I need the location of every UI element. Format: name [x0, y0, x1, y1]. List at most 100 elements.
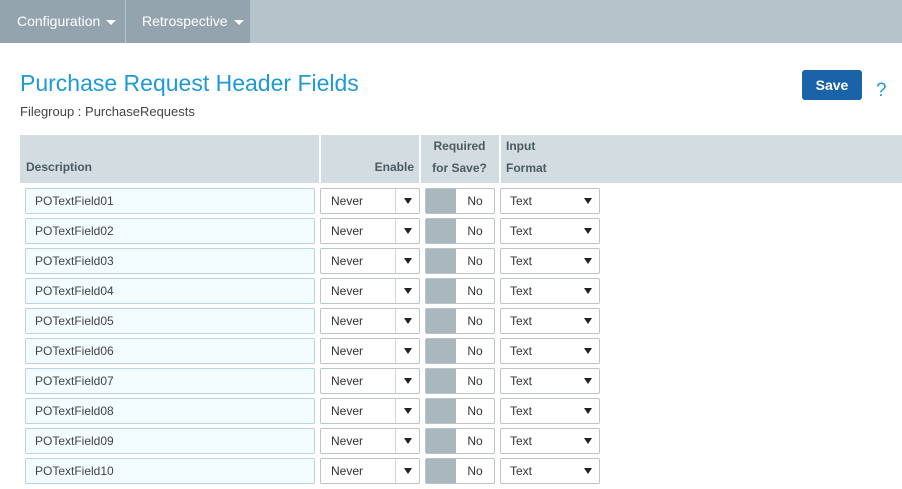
dropdown-arrow-icon: [404, 228, 412, 234]
enable-select[interactable]: Never: [320, 308, 420, 334]
dropdown-arrow-icon: [584, 258, 592, 264]
dropdown-button[interactable]: [395, 279, 419, 303]
nav-retrospective-menu[interactable]: Retrospective: [126, 0, 250, 43]
enable-value: Never: [331, 434, 364, 448]
format-value: Text: [510, 434, 533, 448]
format-value: Text: [510, 194, 533, 208]
toggle-knob[interactable]: [426, 279, 456, 303]
dropdown-arrow-icon: [404, 318, 412, 324]
toggle-knob[interactable]: [426, 249, 456, 273]
input-format-select[interactable]: Text: [500, 338, 600, 364]
table-row: POTextField03 Never No Text: [0, 248, 902, 274]
format-value: Text: [510, 284, 533, 298]
table-header: Description Enable Required for Save? In…: [20, 135, 902, 183]
required-toggle[interactable]: No: [425, 428, 495, 454]
enable-value: Never: [331, 224, 364, 238]
description-input[interactable]: POTextField04: [25, 278, 315, 304]
chevron-down-icon: [233, 19, 244, 25]
column-header-required: Required for Save?: [432, 139, 487, 175]
save-button[interactable]: Save: [802, 70, 862, 100]
dropdown-arrow-icon: [404, 258, 412, 264]
dropdown-button[interactable]: [395, 429, 419, 453]
dropdown-button[interactable]: [395, 369, 419, 393]
input-format-select[interactable]: Text: [500, 248, 600, 274]
toggle-label: No: [467, 464, 483, 478]
dropdown-arrow-icon: [404, 378, 412, 384]
enable-select[interactable]: Never: [320, 368, 420, 394]
enable-select[interactable]: Never: [320, 458, 420, 484]
dropdown-arrow-icon: [584, 378, 592, 384]
dropdown-button[interactable]: [395, 309, 419, 333]
help-icon[interactable]: ?: [876, 80, 887, 102]
table-row: POTextField05 Never No Text: [0, 308, 902, 334]
required-toggle[interactable]: No: [425, 278, 495, 304]
dropdown-arrow-icon: [404, 198, 412, 204]
enable-select[interactable]: Never: [320, 338, 420, 364]
required-toggle[interactable]: No: [425, 368, 495, 394]
input-format-select[interactable]: Text: [500, 308, 600, 334]
toggle-label: No: [467, 314, 483, 328]
toggle-label: No: [467, 404, 483, 418]
required-toggle[interactable]: No: [425, 308, 495, 334]
enable-select[interactable]: Never: [320, 248, 420, 274]
required-toggle[interactable]: No: [425, 218, 495, 244]
toggle-knob[interactable]: [426, 189, 456, 213]
input-format-select[interactable]: Text: [500, 398, 600, 424]
enable-select[interactable]: Never: [320, 188, 420, 214]
dropdown-button[interactable]: [395, 189, 419, 213]
description-input[interactable]: POTextField05: [25, 308, 315, 334]
dropdown-button[interactable]: [395, 249, 419, 273]
nav-configuration-menu[interactable]: Configuration: [0, 0, 125, 43]
required-toggle[interactable]: No: [425, 458, 495, 484]
dropdown-button[interactable]: [395, 459, 419, 483]
enable-value: Never: [331, 404, 364, 418]
toggle-label: No: [467, 344, 483, 358]
description-input[interactable]: POTextField10: [25, 458, 315, 484]
required-toggle[interactable]: No: [425, 188, 495, 214]
description-input[interactable]: POTextField01: [25, 188, 315, 214]
enable-select[interactable]: Never: [320, 218, 420, 244]
description-input[interactable]: POTextField02: [25, 218, 315, 244]
required-toggle[interactable]: No: [425, 248, 495, 274]
dropdown-arrow-icon: [404, 438, 412, 444]
description-input[interactable]: POTextField09: [25, 428, 315, 454]
toggle-knob[interactable]: [426, 459, 456, 483]
input-format-select[interactable]: Text: [500, 188, 600, 214]
description-input[interactable]: POTextField08: [25, 398, 315, 424]
toggle-knob[interactable]: [426, 219, 456, 243]
toggle-label: No: [467, 434, 483, 448]
enable-value: Never: [331, 194, 364, 208]
toggle-knob[interactable]: [426, 399, 456, 423]
toggle-knob[interactable]: [426, 309, 456, 333]
dropdown-arrow-icon: [404, 468, 412, 474]
input-format-select[interactable]: Text: [500, 458, 600, 484]
enable-select[interactable]: Never: [320, 398, 420, 424]
toggle-knob[interactable]: [426, 369, 456, 393]
description-input[interactable]: POTextField06: [25, 338, 315, 364]
format-value: Text: [510, 224, 533, 238]
enable-value: Never: [331, 464, 364, 478]
enable-select[interactable]: Never: [320, 278, 420, 304]
dropdown-button[interactable]: [395, 399, 419, 423]
table-row: POTextField02 Never No Text: [0, 218, 902, 244]
table-row: POTextField01 Never No Text: [0, 188, 902, 214]
format-value: Text: [510, 344, 533, 358]
input-format-select[interactable]: Text: [500, 368, 600, 394]
input-format-select[interactable]: Text: [500, 278, 600, 304]
required-toggle[interactable]: No: [425, 398, 495, 424]
toggle-label: No: [467, 224, 483, 238]
toggle-knob[interactable]: [426, 429, 456, 453]
nav-retrospective-label: Retrospective: [142, 13, 228, 29]
dropdown-button[interactable]: [395, 219, 419, 243]
toggle-knob[interactable]: [426, 339, 456, 363]
input-format-select[interactable]: Text: [500, 428, 600, 454]
table-row: POTextField04 Never No Text: [0, 278, 902, 304]
input-format-select[interactable]: Text: [500, 218, 600, 244]
required-toggle[interactable]: No: [425, 338, 495, 364]
dropdown-button[interactable]: [395, 339, 419, 363]
description-input[interactable]: POTextField07: [25, 368, 315, 394]
enable-select[interactable]: Never: [320, 428, 420, 454]
enable-value: Never: [331, 284, 364, 298]
description-input[interactable]: POTextField03: [25, 248, 315, 274]
table-row: POTextField06 Never No Text: [0, 338, 902, 364]
